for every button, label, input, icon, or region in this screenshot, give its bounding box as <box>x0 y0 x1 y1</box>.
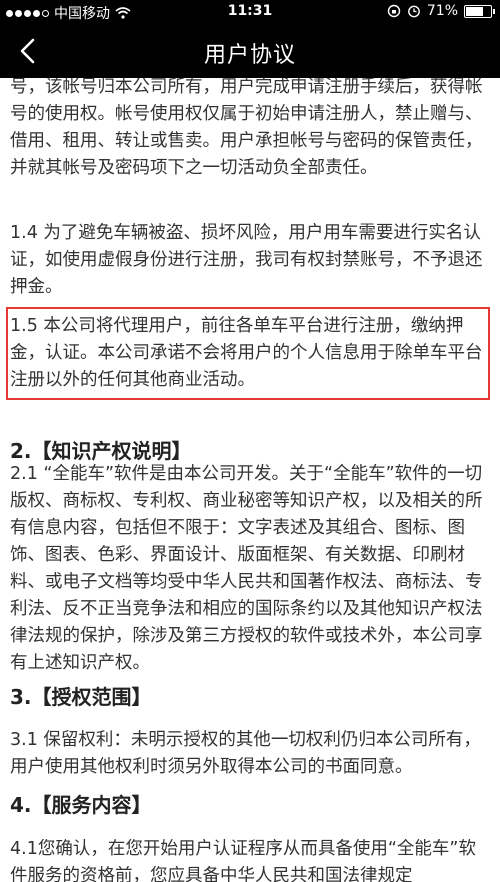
rotation-lock-icon <box>387 4 401 18</box>
nav-bar: 用户协议 <box>0 24 500 78</box>
page-title: 用户协议 <box>203 43 296 68</box>
alarm-icon <box>407 5 420 18</box>
paragraph-1-5: 1.5 本公司将代理用户，前往各单车平台进行注册，缴纳押金，认证。本公司承诺不会… <box>10 316 483 390</box>
status-right: 71% <box>387 3 495 19</box>
battery-level-fill <box>466 6 483 16</box>
paragraph-2-1: 2.1 “全能车”软件是由本公司开发。关于“全能车”软件的一切版权、商标权、专利… <box>10 464 483 673</box>
battery-icon <box>464 4 495 18</box>
agreement-content[interactable]: 号，该帐号归本公司所有，用户完成申请注册手续后，获得帐号的使用权。帐号使用权仅属… <box>0 78 500 882</box>
paragraph-1-4: 1.4 为了避免车辆被盗、损坏风险，用户用车需要进行实名认证，如使用虚假身份进行… <box>10 223 483 297</box>
paragraph-3-1: 3.1 保留权利：未明示授权的其他一切权利仍归本公司所有，用户使用其他权利时须另… <box>10 730 481 777</box>
paragraph-4-1: 4.1您确认，在您开始用户认证程序从而具备使用“全能车”软件服务的资格前，您应具… <box>10 839 476 882</box>
section-heading-3: 3.【授权范围】 <box>10 685 152 709</box>
section-heading-4: 4.【服务内容】 <box>10 793 152 817</box>
paragraph-account: 号，该帐号归本公司所有，用户完成申请注册手续后，获得帐号的使用权。帐号使用权仅属… <box>10 78 483 178</box>
status-bar: 中国移动 11:31 71% <box>0 0 500 24</box>
battery-percent: 71% <box>426 3 458 19</box>
